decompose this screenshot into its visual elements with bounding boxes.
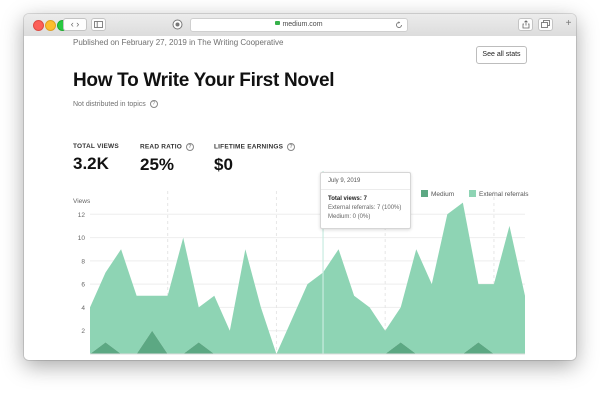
views-chart: 24681012Jun 30Jul 07Jul 14Jul 21ViewsMed… <box>73 171 529 355</box>
share-button[interactable] <box>518 18 533 31</box>
tabs-button[interactable] <box>538 18 553 31</box>
forward-icon[interactable]: › <box>76 19 79 29</box>
y-tick-label: 12 <box>78 212 86 219</box>
y-tick-label: 4 <box>81 305 85 312</box>
tooltip-total: Total views: 7 <box>328 196 367 202</box>
series-area-external-referrals <box>90 202 525 354</box>
lock-icon <box>275 21 281 25</box>
tooltip-medium: Medium: 0 (0%) <box>328 214 371 220</box>
address-url: medium.com <box>282 21 323 28</box>
share-icon <box>522 20 529 29</box>
back-icon[interactable]: ‹ <box>71 19 74 29</box>
y-axis-label: Views <box>73 198 91 205</box>
legend-swatch <box>469 190 476 197</box>
minimize-window-button[interactable] <box>45 20 56 31</box>
sidebar-icon <box>94 21 103 28</box>
reload-icon[interactable] <box>395 21 403 29</box>
legend-label: External referrals <box>479 191 529 198</box>
new-tab-icon[interactable]: + <box>561 18 576 31</box>
browser-toolbar: ‹ › medium.com + <box>24 14 576 37</box>
address-bar[interactable]: medium.com <box>190 18 408 32</box>
legend-label: Medium <box>431 191 454 198</box>
tabs-icon <box>541 20 550 28</box>
tooltip-external: External referrals: 7 (100%) <box>328 205 402 211</box>
y-tick-label: 6 <box>81 282 85 289</box>
y-tick-label: 8 <box>81 258 85 265</box>
privacy-icon[interactable] <box>172 19 183 30</box>
close-window-button[interactable] <box>33 20 44 31</box>
legend-swatch <box>421 190 428 197</box>
stats-page: Published on February 27, 2019 in The Wr… <box>24 36 576 360</box>
back-forward-buttons[interactable]: ‹ › <box>63 18 87 31</box>
tooltip-date: July 9, 2019 <box>328 178 361 184</box>
y-tick-label: 2 <box>81 328 85 335</box>
y-tick-label: 10 <box>78 235 86 242</box>
chart-tooltip: July 9, 2019 Total views: 7 External ref… <box>320 172 411 229</box>
browser-window: ‹ › medium.com + Published on February 2… <box>24 14 576 360</box>
tooltip-divider <box>321 189 410 190</box>
sidebar-button[interactable] <box>91 18 106 31</box>
